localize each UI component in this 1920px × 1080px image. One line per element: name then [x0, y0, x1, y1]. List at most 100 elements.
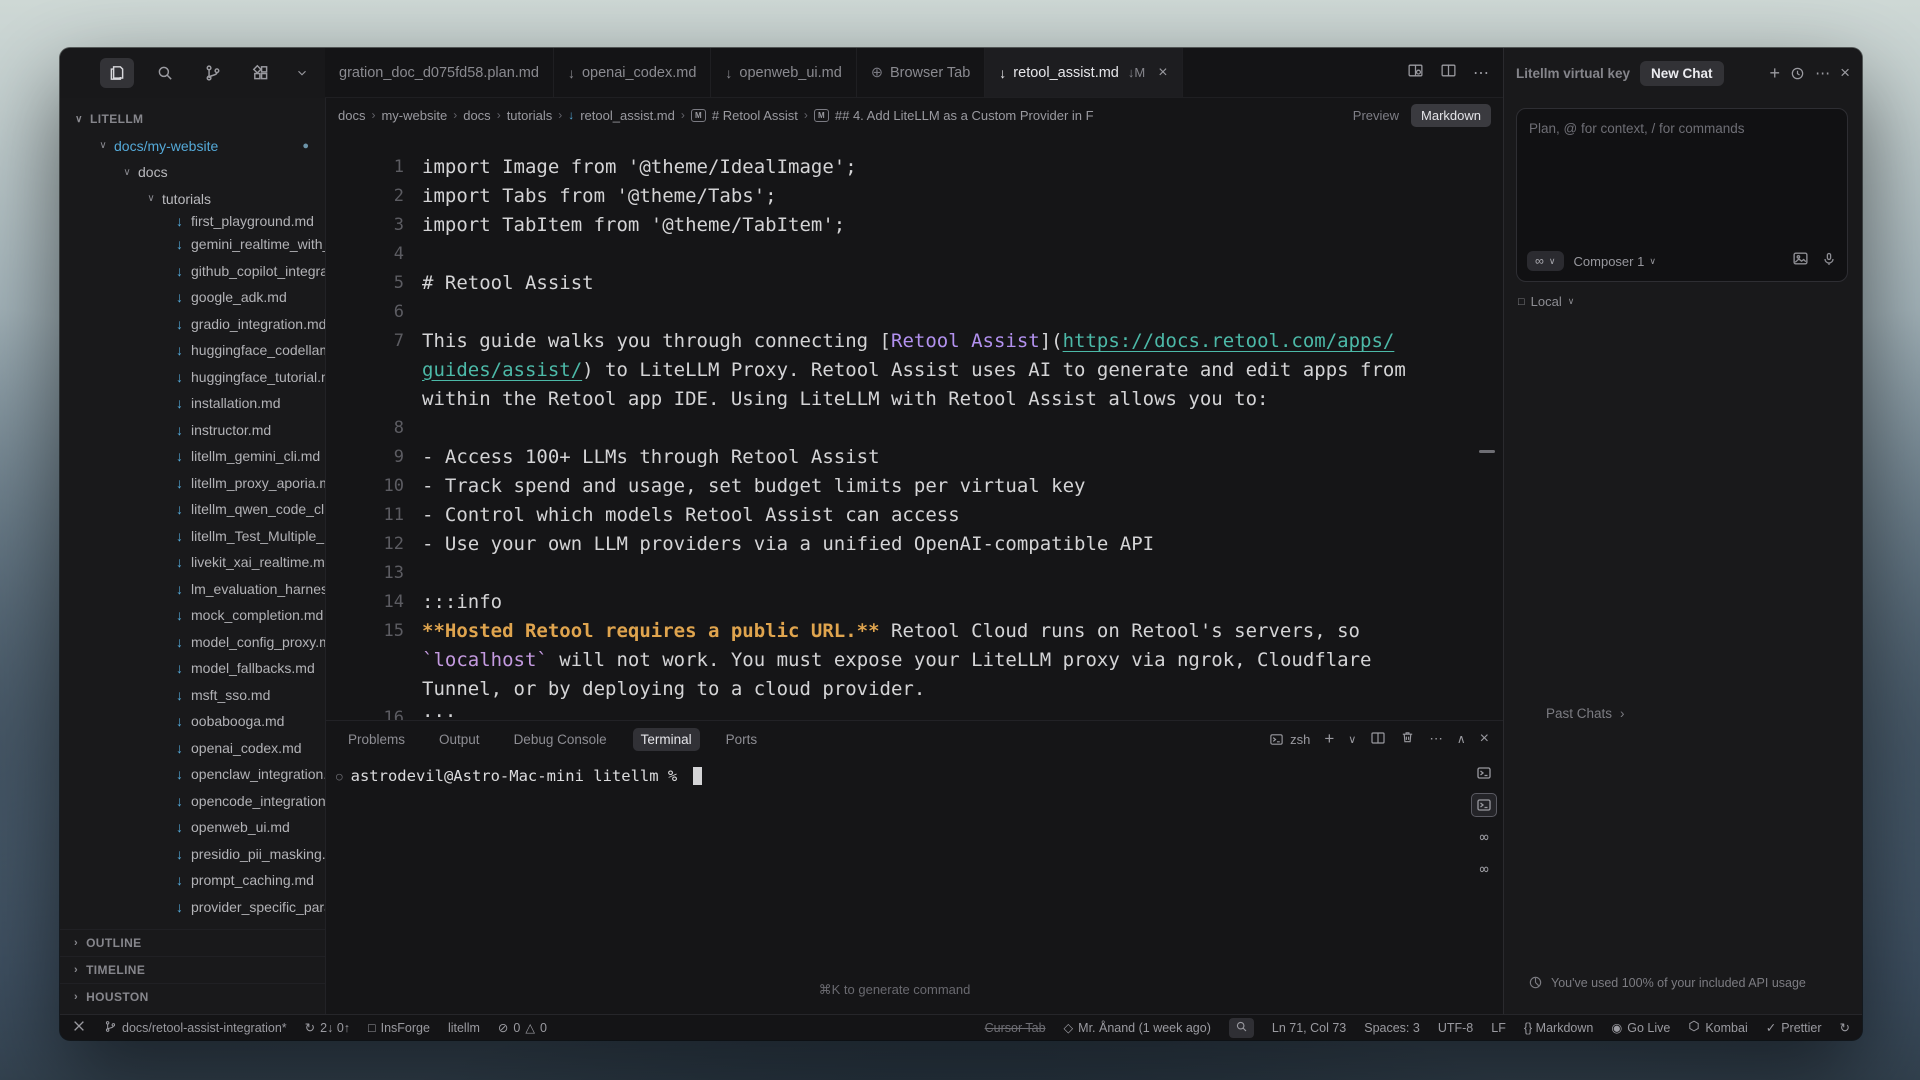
tree-file[interactable]: ↓msft_sso.md — [60, 682, 325, 709]
terminal-dropdown-icon[interactable]: ∨ — [1348, 733, 1356, 746]
new-terminal-icon[interactable]: + — [1324, 729, 1334, 749]
sidebar-section-outline[interactable]: ›OUTLINE — [60, 929, 325, 956]
more-options-icon[interactable]: ⋯ — [1815, 64, 1830, 82]
composer-selector[interactable]: Composer 1 ∨ — [1574, 254, 1656, 269]
breadcrumb-item[interactable]: tutorials — [507, 108, 553, 123]
tree-file[interactable]: ↓litellm_Test_Multiple_Pr... — [60, 523, 325, 550]
breadcrumb-item[interactable]: docs — [338, 108, 365, 123]
tree-file[interactable]: ↓openai_codex.md — [60, 735, 325, 762]
tree-file[interactable]: ↓github_copilot_integrati... — [60, 258, 325, 285]
status-litellm[interactable]: litellm — [448, 1021, 480, 1035]
model-selector[interactable]: ∞ ∨ — [1527, 251, 1564, 271]
maximize-panel-icon[interactable]: ∧ — [1457, 732, 1466, 746]
tree-folder[interactable]: ∨docs — [60, 159, 325, 186]
new-chat-plus-icon[interactable]: + — [1770, 63, 1781, 84]
breadcrumb-item[interactable]: # Retool Assist — [712, 108, 798, 123]
split-terminal-icon[interactable] — [1370, 730, 1386, 749]
breadcrumb-item[interactable]: my-website — [381, 108, 447, 123]
status-encoding[interactable]: UTF-8 — [1438, 1021, 1473, 1035]
tree-file[interactable]: ↓model_config_proxy.md — [60, 629, 325, 656]
close-tab-icon[interactable]: × — [1158, 64, 1167, 82]
status-remote[interactable] — [72, 1019, 86, 1036]
status-kombai[interactable]: Kombai — [1688, 1020, 1747, 1035]
tree-folder[interactable]: ∨tutorials — [60, 186, 325, 213]
sidebar-section-timeline[interactable]: ›TIMELINE — [60, 956, 325, 983]
status-problems[interactable]: ⊘0△0 — [498, 1020, 547, 1035]
history-clock-icon[interactable] — [1790, 66, 1805, 81]
breadcrumb-item[interactable]: ## 4. Add LiteLLM as a Custom Provider i… — [835, 108, 1094, 123]
tree-file[interactable]: ↓installation.md — [60, 390, 325, 417]
chevron-down-icon[interactable] — [292, 58, 312, 88]
tree-folder[interactable]: ∨docs/my-website● — [60, 133, 325, 160]
search-icon[interactable] — [148, 58, 182, 88]
chat-tab-new-chat[interactable]: New Chat — [1640, 61, 1724, 86]
chat-input[interactable]: Plan, @ for context, / for commands ∞ ∨ … — [1516, 108, 1848, 282]
chat-tab-litellm-virtual-key[interactable]: Litellm virtual key — [1516, 66, 1630, 81]
infinity-session-icon[interactable]: ∞ — [1471, 857, 1497, 881]
tree-file[interactable]: ↓openclaw_integration.md — [60, 761, 325, 788]
close-panel-icon[interactable]: × — [1840, 63, 1850, 83]
status-eol[interactable]: LF — [1491, 1021, 1506, 1035]
tree-file[interactable]: ↓litellm_proxy_aporia.md — [60, 470, 325, 497]
breadcrumb-item[interactable]: docs — [463, 108, 490, 123]
explorer-icon[interactable] — [100, 58, 134, 88]
status-language-mode[interactable]: {} Markdown — [1524, 1021, 1593, 1035]
sidebar-section-houston[interactable]: ›HOUSTON — [60, 983, 325, 1010]
tree-file[interactable]: ↓openweb_ui.md — [60, 814, 325, 841]
terminal-session-icon[interactable] — [1471, 761, 1497, 785]
status-cursor-tab[interactable]: Cursor Tab — [985, 1021, 1046, 1035]
status-insforge[interactable]: □InsForge — [368, 1021, 430, 1035]
tree-file[interactable]: ↓model_fallbacks.md — [60, 655, 325, 682]
panel-tab-ports[interactable]: Ports — [718, 728, 766, 751]
editor-tab[interactable]: ↓retool_assist.md↓M× — [985, 48, 1182, 97]
editor-tab[interactable]: gration_doc_d075fd58.plan.md — [325, 48, 554, 97]
tree-file[interactable]: ↓mock_completion.md — [60, 602, 325, 629]
workspace-root[interactable]: ∨ LITELLM — [60, 106, 325, 133]
preview-toggle[interactable]: Preview — [1353, 108, 1399, 123]
tree-file[interactable]: ↓lm_evaluation_harness.... — [60, 576, 325, 603]
tree-file[interactable]: ↓presidio_pii_masking.md — [60, 841, 325, 868]
tree-file[interactable]: ↓livekit_xai_realtime.md — [60, 549, 325, 576]
tree-file[interactable]: ↓litellm_gemini_cli.md — [60, 443, 325, 470]
extensions-icon[interactable] — [244, 58, 278, 88]
kill-terminal-icon[interactable] — [1400, 730, 1415, 748]
tree-file[interactable]: ↓provider_specific_para... — [60, 894, 325, 921]
panel-more-icon[interactable]: ⋯ — [1429, 731, 1443, 747]
editor-tab[interactable]: ↓openai_codex.md — [554, 48, 711, 97]
terminal-session-icon[interactable] — [1471, 793, 1497, 817]
tree-file[interactable]: ↓prompt_caching.md — [60, 867, 325, 894]
tree-file[interactable]: ↓google_adk.md — [60, 284, 325, 311]
panel-tab-output[interactable]: Output — [431, 728, 488, 751]
terminal-body[interactable]: ○ astrodevil@Astro-Mac-mini litellm % ⌘K… — [326, 757, 1503, 1014]
open-changes-icon[interactable] — [1407, 62, 1424, 84]
status-git-sync[interactable]: ↻2↓ 0↑ — [305, 1020, 350, 1035]
scrollbar-marker[interactable] — [1479, 450, 1495, 453]
tree-file[interactable]: ↓instructor.md — [60, 417, 325, 444]
tree-file[interactable]: ↓huggingface_codellama... — [60, 337, 325, 364]
status-refresh[interactable]: ↻ — [1840, 1020, 1850, 1035]
status-indentation[interactable]: Spaces: 3 — [1364, 1021, 1420, 1035]
markdown-mode-button[interactable]: Markdown — [1411, 104, 1491, 127]
close-panel-icon[interactable]: × — [1480, 730, 1489, 748]
split-editor-icon[interactable] — [1440, 62, 1457, 84]
panel-tab-terminal[interactable]: Terminal — [633, 728, 700, 751]
tree-file[interactable]: ↓first_playground.md — [60, 211, 325, 231]
status-git-branch[interactable]: docs/retool-assist-integration* — [104, 1020, 287, 1036]
status-git-blame[interactable]: ◇Mr. Ånand (1 week ago) — [1064, 1020, 1211, 1035]
panel-tab-problems[interactable]: Problems — [340, 728, 413, 751]
microphone-icon[interactable] — [1821, 251, 1837, 272]
tree-file[interactable]: ↓opencode_integration.md — [60, 788, 325, 815]
more-actions-icon[interactable]: ⋯ — [1473, 63, 1489, 83]
tree-file[interactable]: ↓gradio_integration.md — [60, 311, 325, 338]
editor-tab[interactable]: ↓openweb_ui.md — [711, 48, 856, 97]
status-prettier[interactable]: ✓Prettier — [1766, 1020, 1822, 1035]
editor-content[interactable]: 1import Image from '@theme/IdealImage';2… — [326, 132, 1503, 720]
status-search[interactable] — [1229, 1018, 1254, 1038]
tree-file[interactable]: ↓huggingface_tutorial.md — [60, 364, 325, 391]
editor-tab[interactable]: ⊕Browser Tab — [857, 48, 985, 97]
tree-file[interactable]: ↓oobabooga.md — [60, 708, 325, 735]
shell-session[interactable]: zsh — [1269, 732, 1310, 747]
status-cursor-position[interactable]: Ln 71, Col 73 — [1272, 1021, 1346, 1035]
infinity-session-icon[interactable]: ∞ — [1471, 825, 1497, 849]
status-go-live[interactable]: ◉Go Live — [1611, 1020, 1670, 1035]
